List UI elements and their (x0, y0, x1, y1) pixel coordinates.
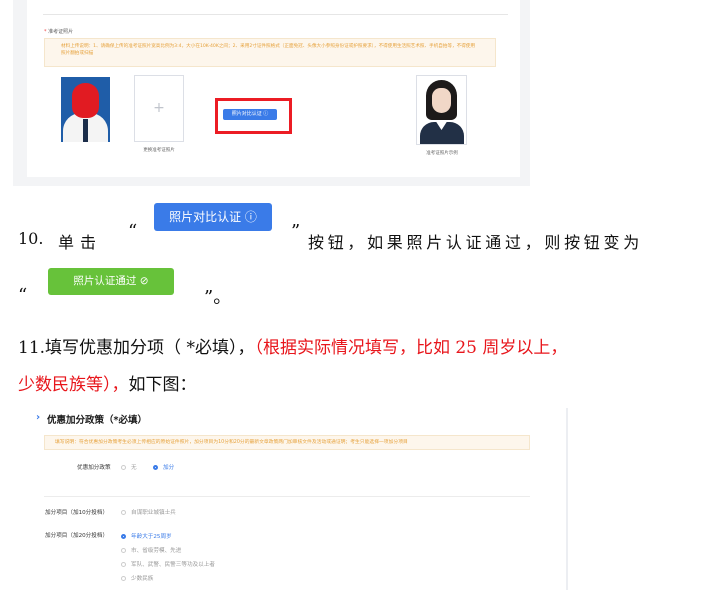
radio-icon (121, 510, 126, 515)
divider (43, 14, 508, 15)
policy-option-none[interactable]: 无 (121, 463, 137, 471)
step11-line2-main: 如下图： (128, 375, 197, 395)
bonus20-option-merit-label: 军队、武警、民警三等功及以上者 (131, 562, 215, 568)
bonus10-option-label: 自谋职业城镇士兵 (131, 510, 176, 516)
bonus10-label: 加分项目（加10分投档） (45, 510, 109, 516)
step10-number: 10. (18, 229, 44, 248)
scrollbar-track (566, 408, 568, 590)
step11-line2-note: 少数民族等）， (18, 375, 129, 395)
policy-label: 优惠加分政策 (77, 465, 111, 471)
bonus-notice: 填写说明：符合优惠加分政策考生必须上传相应的原始证件照片，加分项目为10分和20… (44, 435, 530, 450)
bonus20-label: 加分项目（加20分投档） (45, 533, 109, 539)
step10-quote-close: ” (291, 221, 301, 242)
radio-icon (121, 465, 126, 470)
bonus20-option-minority[interactable]: 少数民族 (121, 574, 153, 582)
step11-line1-note: （根据实际情况填写，比如 25 周岁以上， (254, 338, 568, 358)
divider (44, 496, 530, 497)
step10-click-word: 单击 (58, 233, 103, 252)
step11-line1-main: 11.填写优惠加分项（ *必填）， (18, 338, 255, 358)
sample-caption: 准考证照片示例 (426, 151, 458, 156)
sample-photo (416, 75, 467, 145)
example-compare-button: 照片对比认证 ⓘ (154, 203, 272, 231)
step11-line2: 少数民族等），如下图： (18, 370, 197, 395)
policy-option-bonus-label: 加分 (163, 465, 175, 471)
photo-compare-button[interactable]: 照片对比认证 ⓘ (223, 109, 277, 120)
radio-icon (121, 576, 126, 581)
bonus20-option-merit[interactable]: 军队、武警、民警三等功及以上者 (121, 560, 215, 568)
radio-icon (121, 562, 126, 567)
screenshot-bonus-policy: › 优惠加分政策（*必填） 填写说明：符合优惠加分政策考生必须上传相应的原始证件… (34, 408, 568, 590)
example-verified-button: 照片认证通过 ⊘ (48, 268, 174, 295)
chevron-right-icon: › (36, 412, 41, 423)
bonus20-option-minority-label: 少数民族 (131, 576, 154, 582)
step11-line1: 11.填写优惠加分项（ *必填），（根据实际情况填写，比如 25 周岁以上， (18, 333, 567, 358)
screenshot-photo-upload: * 准考证照片 材料上传说明：1、请确保上传的准考证照片宽高比例为3:4，大小在… (13, 0, 530, 186)
redacted-face (72, 83, 99, 118)
radio-checked-icon (121, 534, 126, 539)
radio-checked-icon (153, 465, 158, 470)
photo-tie (83, 119, 88, 142)
step10-rest: 按钮，如果照片认证通过，则按钮变为 (308, 233, 643, 252)
sample-face (432, 88, 451, 113)
policy-option-bonus[interactable]: 加分 (153, 463, 174, 471)
bonus10-option[interactable]: 自谋职业城镇士兵 (121, 508, 176, 516)
step10-end-quote-open: “ (18, 285, 28, 306)
policy-option-none-label: 无 (131, 465, 137, 471)
radio-icon (121, 548, 126, 553)
uploaded-photo (61, 77, 110, 142)
photo-field-label: * 准考证照片 (44, 28, 73, 35)
bonus20-option-age[interactable]: 年龄大于25周岁 (121, 532, 172, 540)
required-star: * (44, 29, 47, 35)
upload-caption: 更换准考证照片 (143, 148, 175, 153)
bonus20-option-model-worker[interactable]: 市、省级劳模、先进 (121, 546, 181, 554)
step10-quote-open: “ (128, 221, 138, 242)
photo-upload-panel: * 准考证照片 材料上传说明：1、请确保上传的准考证照片宽高比例为3:4，大小在… (27, 0, 520, 177)
upload-plus-icon[interactable]: + (134, 75, 184, 142)
photo-field-label-text: 准考证照片 (48, 29, 74, 35)
upload-notice: 材料上传说明：1、请确保上传的准考证照片宽高比例为3:4，大小在10K-40K之… (44, 38, 496, 67)
bonus20-option-model-worker-label: 市、省级劳模、先进 (131, 548, 182, 554)
section-title: 优惠加分政策（*必填） (47, 415, 147, 426)
step10-end-quote-close: ”。 (204, 287, 232, 308)
bonus20-option-age-label: 年龄大于25周岁 (131, 534, 172, 540)
